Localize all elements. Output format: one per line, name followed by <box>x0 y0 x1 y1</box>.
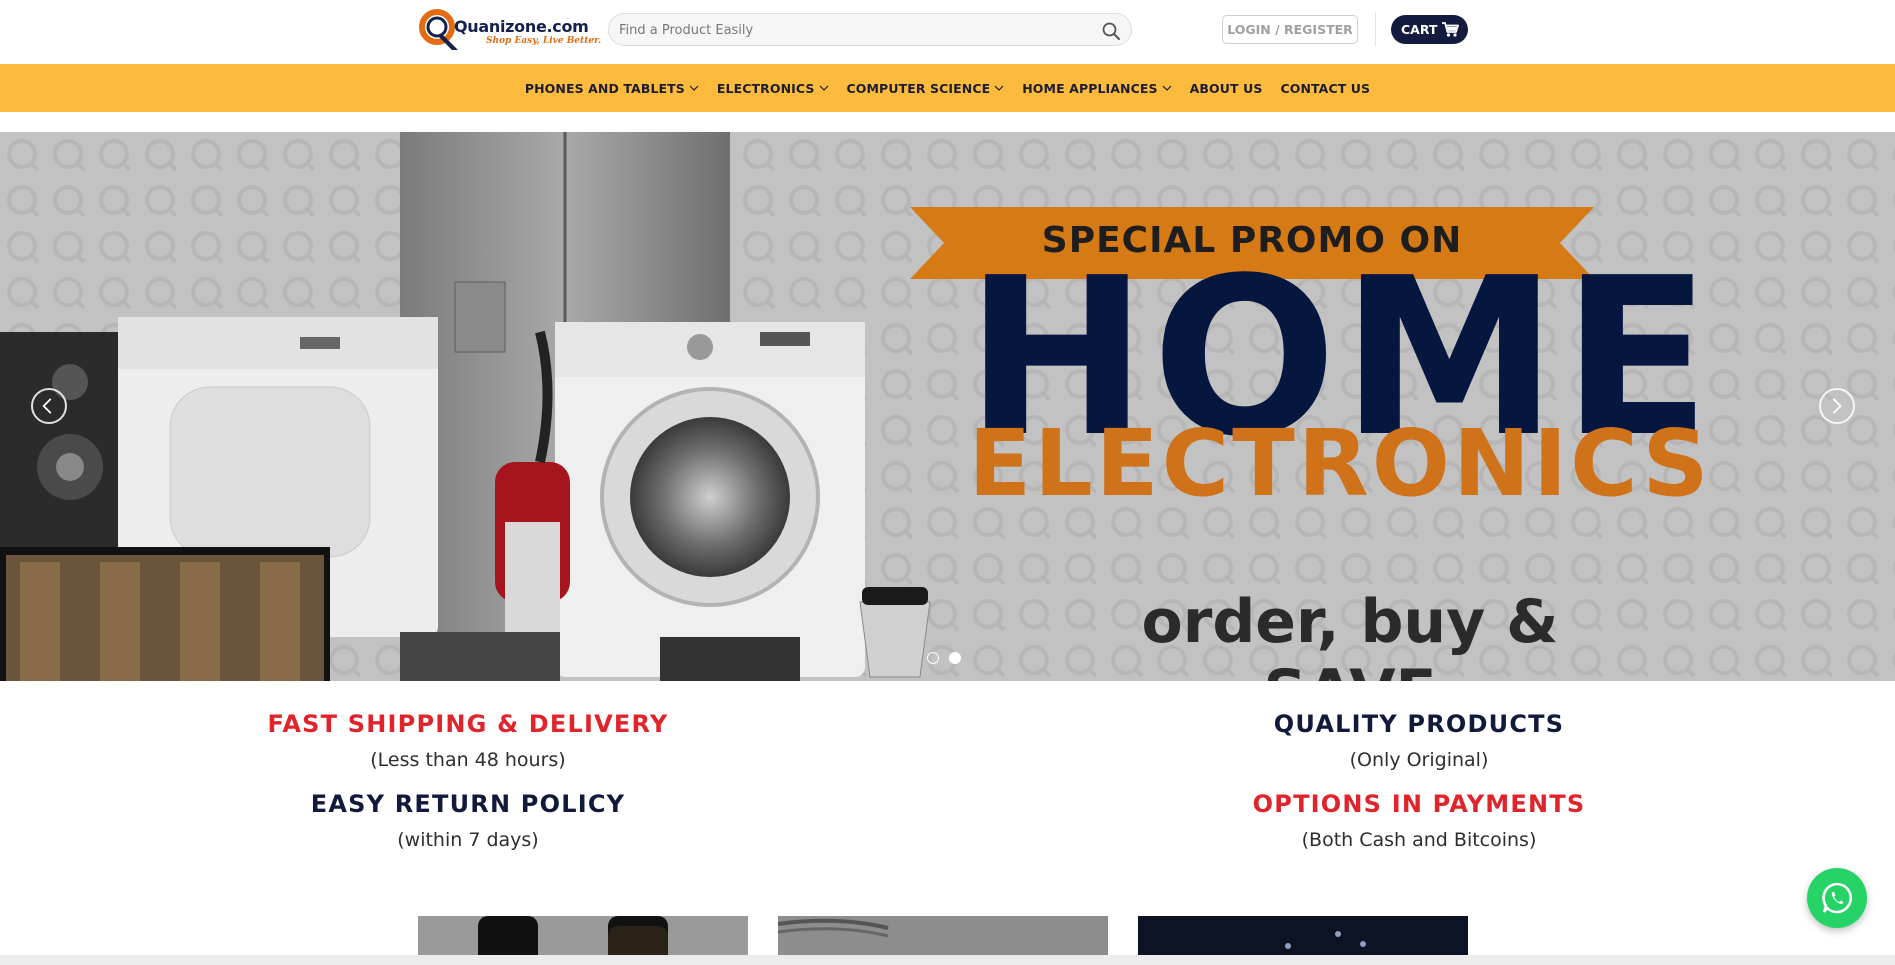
main-nav: PHONES AND TABLETS ELECTRONICS COMPUTER … <box>0 64 1895 112</box>
slider-dot-1[interactable] <box>927 652 939 664</box>
cart-icon <box>1442 22 1459 37</box>
nav-item-label: COMPUTER SCIENCE <box>846 80 991 96</box>
feature-payment-options: OPTIONS IN PAYMENTS (Both Cash and Bitco… <box>1099 790 1739 851</box>
chevron-right-icon <box>1832 398 1842 414</box>
chevron-left-icon <box>42 398 52 414</box>
chevron-down-icon <box>994 85 1004 91</box>
nav-item-about-us[interactable]: ABOUT US <box>1190 81 1263 96</box>
site-header: Quanizone.com Shop Easy, Live Better. LO… <box>0 0 1895 64</box>
nav-item-label: PHONES AND TABLETS <box>524 80 685 96</box>
cart-label: CART <box>1401 22 1438 37</box>
feature-quality-products: QUALITY PRODUCTS (Only Original) <box>1099 710 1739 771</box>
whatsapp-icon <box>1822 882 1853 914</box>
slider-prev-button[interactable] <box>31 388 67 424</box>
chevron-down-icon <box>819 85 828 91</box>
nav-item-home-appliances[interactable]: HOME APPLIANCES <box>1022 80 1172 96</box>
feature-title: OPTIONS IN PAYMENTS <box>1252 790 1586 818</box>
promo-subheadline: ELECTRONICS <box>968 410 1712 517</box>
login-register-button[interactable]: LOGIN / REGISTER <box>1222 15 1358 44</box>
chevron-down-icon <box>689 85 699 91</box>
bottom-scroll-edge <box>0 955 1895 965</box>
feature-subtitle: (within 7 days) <box>397 829 539 851</box>
hero-slider: SPECIAL PROMO ON HOME ELECTRONICS order,… <box>0 132 1895 681</box>
logo-name: Quanizone.com <box>454 17 589 36</box>
nav-item-electronics[interactable]: ELECTRONICS <box>717 81 829 96</box>
feature-easy-return: EASY RETURN POLICY (within 7 days) <box>148 790 788 851</box>
chevron-down-icon <box>1162 85 1172 91</box>
search-input[interactable] <box>619 20 1079 40</box>
slider-dot-2[interactable] <box>949 652 961 664</box>
whatsapp-chat-button[interactable] <box>1807 868 1867 928</box>
feature-title: QUALITY PRODUCTS <box>1273 710 1565 738</box>
promo-tagline-1: order, buy & <box>1141 587 1559 657</box>
feature-subtitle: (Less than 48 hours) <box>370 749 566 771</box>
header-divider <box>1375 12 1376 46</box>
nav-item-phones-and-tablets[interactable]: PHONES AND TABLETS <box>525 81 699 96</box>
feature-subtitle: (Only Original) <box>1349 749 1489 771</box>
nav-item-label: ELECTRONICS <box>716 80 815 96</box>
search-icon[interactable] <box>1101 21 1121 41</box>
nav-item-label: HOME APPLIANCES <box>1022 80 1158 96</box>
nav-item-computer-science[interactable]: COMPUTER SCIENCE <box>847 81 1005 96</box>
nav-list: PHONES AND TABLETS ELECTRONICS COMPUTER … <box>0 64 1895 112</box>
logo-tagline: Shop Easy, Live Better. <box>486 36 602 46</box>
cart-button[interactable]: CART <box>1391 15 1468 44</box>
site-logo[interactable]: Quanizone.com Shop Easy, Live Better. <box>418 8 601 52</box>
nav-item-label: ABOUT US <box>1189 80 1263 96</box>
slider-next-button[interactable] <box>1819 388 1855 424</box>
promo-tagline-2: SAVE <box>1000 657 1700 681</box>
nav-item-contact-us[interactable]: CONTACT US <box>1280 81 1370 96</box>
feature-fast-shipping: FAST SHIPPING & DELIVERY (Less than 48 h… <box>148 710 788 771</box>
nav-item-label: CONTACT US <box>1280 80 1371 96</box>
feature-title: EASY RETURN POLICY <box>310 790 626 818</box>
feature-subtitle: (Both Cash and Bitcoins) <box>1301 829 1537 851</box>
search-bar <box>608 13 1132 46</box>
feature-title: FAST SHIPPING & DELIVERY <box>267 710 669 738</box>
